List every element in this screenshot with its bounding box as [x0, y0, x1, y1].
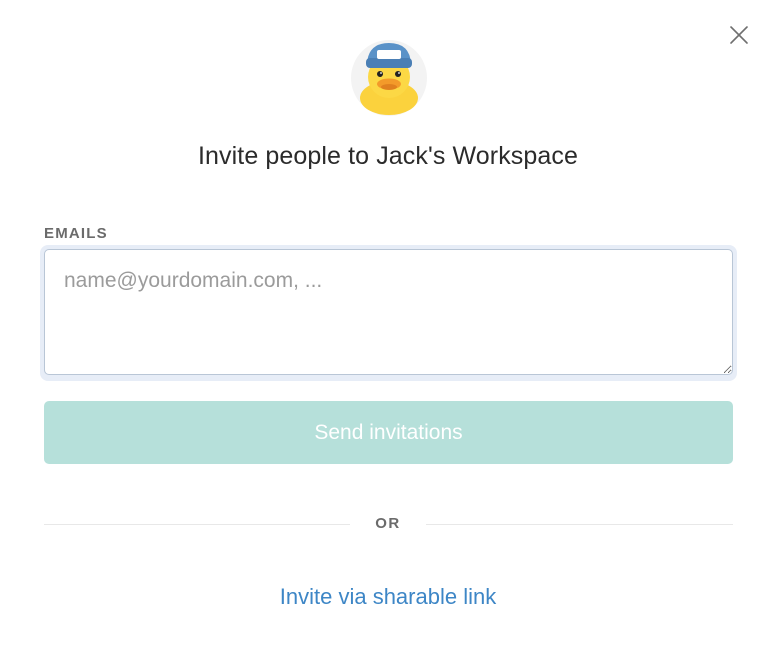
invite-link-container: Invite via sharable link [0, 584, 771, 610]
duck-avatar-icon [351, 40, 427, 116]
workspace-avatar [351, 40, 427, 116]
or-divider-label: OR [375, 515, 401, 532]
emails-label: EMAILS [44, 225, 108, 242]
emails-field-focus-ring [40, 245, 737, 381]
invite-modal: Invite people to Jack's Workspace EMAILS… [0, 0, 771, 651]
divider-right [426, 524, 733, 525]
close-icon [730, 26, 748, 44]
divider-left [44, 524, 350, 525]
modal-title: Invite people to Jack's Workspace [197, 142, 579, 170]
emails-input[interactable] [44, 249, 733, 375]
send-invitations-button[interactable]: Send invitations [44, 401, 733, 464]
close-button[interactable] [726, 22, 752, 48]
invite-via-link[interactable]: Invite via sharable link [280, 584, 496, 609]
